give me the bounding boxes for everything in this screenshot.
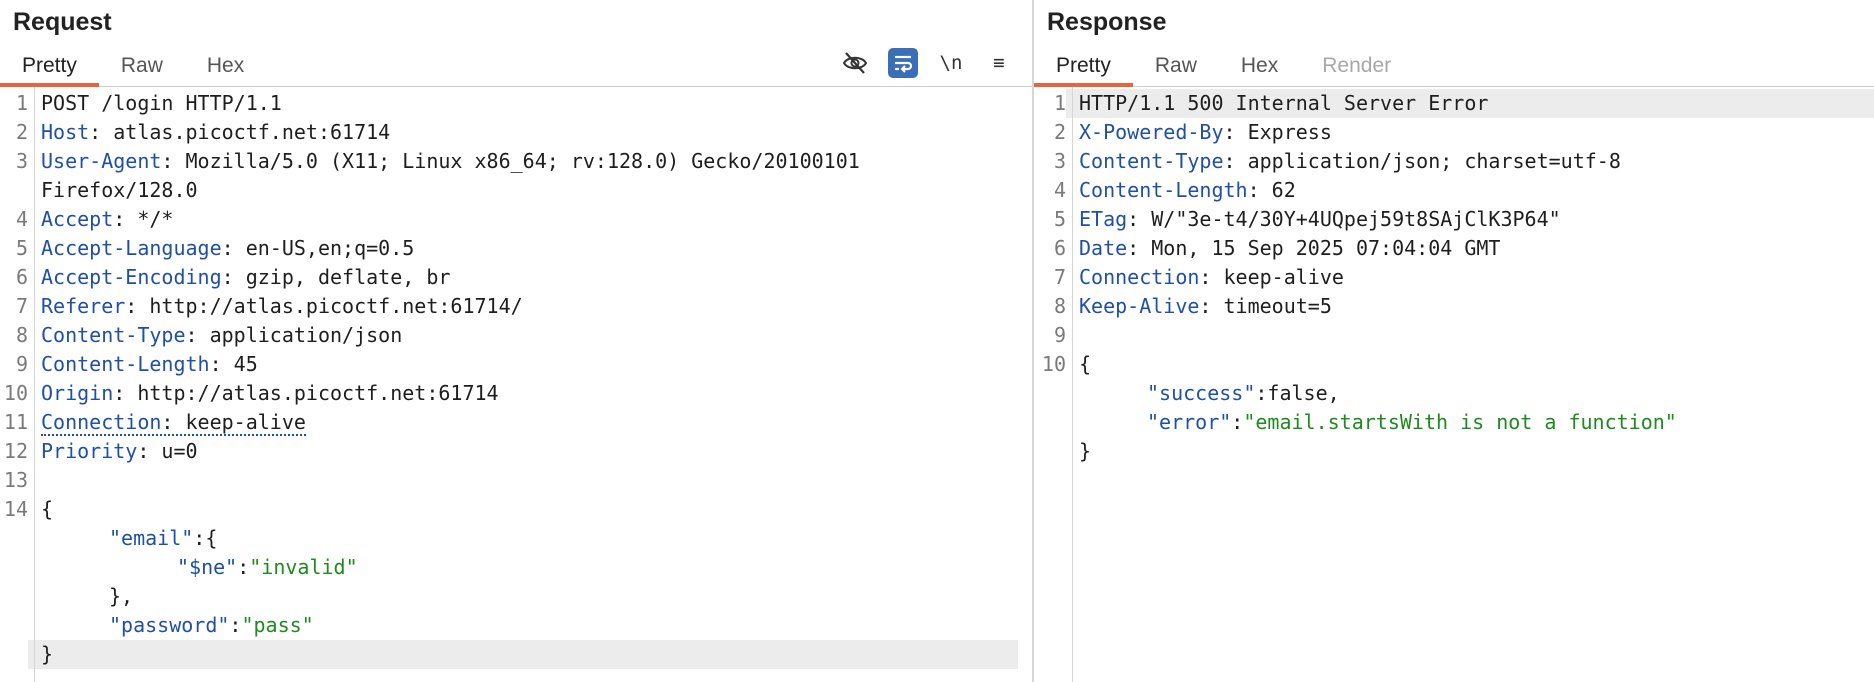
menu-icon[interactable]: ≡	[984, 48, 1014, 78]
code-line: 7 Referer: http://atlas.picoctf.net:61714…	[15, 294, 523, 318]
wrap-lines-icon[interactable]	[888, 48, 918, 78]
code-line: 3 Content-Type: application/json; charset…	[1053, 149, 1621, 173]
response-editor[interactable]: 1 HTTP/1.1 500 Internal Server Error 2 X-P…	[1034, 87, 1874, 682]
request-editor[interactable]: 1 POST /login HTTP/1.1 2 Host: atlas.picoc…	[0, 87, 1032, 682]
code-line: 5 Accept-Language: en-US,en;q=0.5	[15, 236, 415, 260]
code-line: 9 Content-Length: 45	[15, 352, 258, 376]
code-line: 5 ETag: W/"3e-t4/30Y+4UQpej59t8SAjClK3P64…	[1053, 207, 1561, 231]
response-pane: Response Pretty Raw Hex Render 1 HTTP/1.1…	[1034, 0, 1874, 682]
code-line: "success":false,	[1147, 381, 1340, 405]
code-line: 11 Connection: keep-alive	[3, 410, 306, 436]
code-line: 12 Priority: u=0	[3, 439, 198, 463]
code-line: 6 Accept-Encoding: gzip, deflate, br	[15, 265, 451, 289]
code-line-wrapped: 0Firefox/128.0	[41, 178, 198, 202]
tab-hex[interactable]: Hex	[185, 42, 266, 86]
response-title: Response	[1047, 8, 1167, 36]
tab-pretty[interactable]: Pretty	[0, 42, 99, 87]
tab-raw[interactable]: Raw	[1133, 42, 1219, 86]
code-line: }	[1079, 439, 1092, 463]
code-line: "$ne":"invalid"	[177, 555, 358, 579]
code-line: 4 Content-Length: 62	[1053, 178, 1296, 202]
code-line: 6 Date: Mon, 15 Sep 2025 07:04:04 GMT	[1053, 236, 1501, 260]
code-line: 2 X-Powered-By: Express	[1053, 120, 1332, 144]
code-line-current: }	[0, 640, 1032, 669]
code-line: 10{	[1041, 352, 1092, 376]
response-tabbar: Pretty Raw Hex Render	[1034, 42, 1874, 87]
code-line: 4 Accept: */*	[15, 207, 174, 231]
code-line: 14{	[3, 497, 54, 521]
code-line: "password":"pass"	[109, 613, 314, 637]
http-message-viewer: Request Pretty Raw Hex \n ≡ 1 POST /logi…	[0, 0, 1874, 682]
code-line: "error":"email.startsWith is not a funct…	[1147, 410, 1677, 434]
newline-toggle[interactable]: \n	[936, 48, 966, 78]
request-toolbar: \n ≡	[840, 48, 1014, 78]
code-line: 8 Keep-Alive: timeout=5	[1053, 294, 1332, 318]
code-line: 13	[3, 468, 28, 492]
tab-pretty[interactable]: Pretty	[1034, 42, 1133, 87]
tab-hex[interactable]: Hex	[1219, 42, 1300, 86]
code-line: 2 Host: atlas.picoctf.net:61714	[15, 120, 391, 144]
request-pane: Request Pretty Raw Hex \n ≡ 1 POST /logi…	[0, 0, 1034, 682]
code-line: 10 Origin: http://atlas.picoctf.net:61714	[3, 381, 499, 405]
hide-nonprintable-icon[interactable]	[840, 48, 870, 78]
code-line: },	[109, 584, 134, 608]
tab-render[interactable]: Render	[1300, 42, 1413, 86]
request-title: Request	[13, 8, 112, 36]
code-line: 9	[1053, 323, 1066, 347]
code-line: 7 Connection: keep-alive	[1053, 265, 1344, 289]
code-line: 1 POST /login HTTP/1.1	[15, 91, 282, 115]
code-line: 3 User-Agent: Mozilla/5.0 (X11; Linux x86…	[15, 149, 860, 173]
code-line-current: 1 HTTP/1.1 500 Internal Server Error	[1034, 89, 1874, 118]
code-line: "email":{	[109, 526, 218, 550]
code-line: 8 Content-Type: application/json	[15, 323, 403, 347]
request-tabbar: Pretty Raw Hex \n ≡	[0, 42, 1032, 87]
tab-raw[interactable]: Raw	[99, 42, 185, 86]
